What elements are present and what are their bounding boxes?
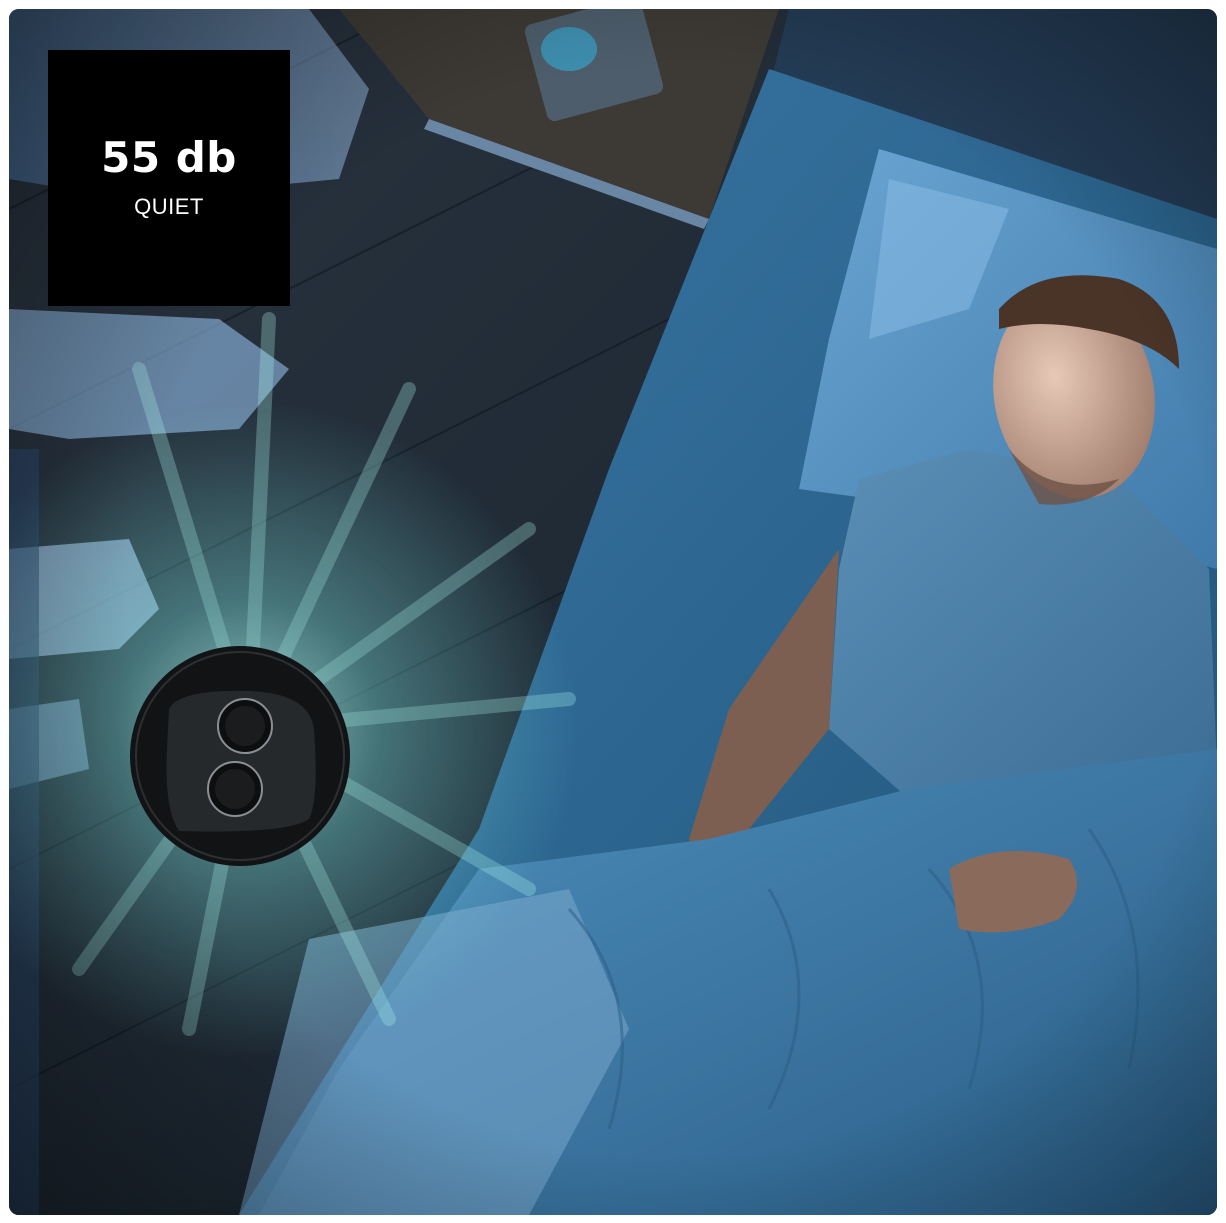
noise-level-badge: 55 db QUIET: [48, 50, 290, 306]
noise-level-value: 55 db: [101, 133, 237, 182]
product-photo-frame: 55 db QUIET: [9, 9, 1217, 1215]
noise-level-label: QUIET: [134, 194, 204, 219]
